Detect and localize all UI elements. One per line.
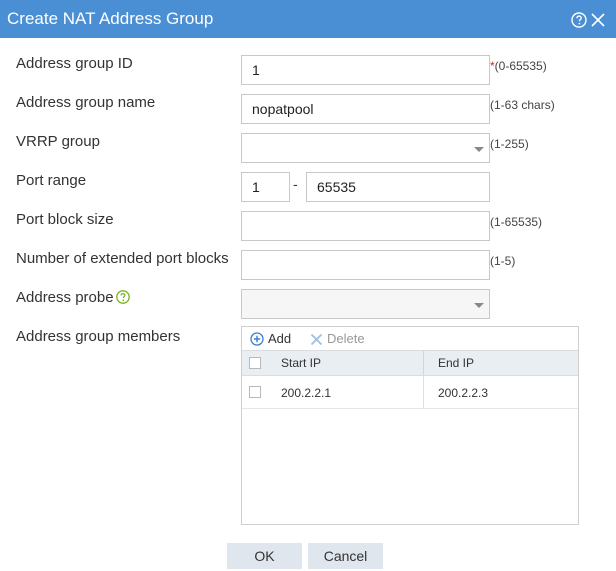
column-header-start-ip: Start IP	[281, 356, 322, 370]
port-block-size-hint: (1-65535)	[490, 215, 543, 229]
vrrp-group-select[interactable]	[241, 133, 490, 163]
address-probe-select[interactable]	[241, 289, 490, 319]
port-range-separator: -	[293, 176, 298, 192]
vrrp-group-label: VRRP group	[16, 133, 100, 150]
group-name-hint: (1-63 chars)	[490, 98, 555, 112]
group-id-label: Address group ID	[16, 55, 133, 72]
chevron-down-icon[interactable]	[469, 134, 489, 162]
row-checkbox[interactable]	[249, 386, 261, 398]
chevron-down-icon[interactable]	[469, 290, 489, 318]
port-range-start-input[interactable]: 1	[241, 172, 290, 202]
cancel-button[interactable]: Cancel	[308, 543, 383, 569]
add-label: Add	[268, 331, 292, 346]
group-id-input[interactable]: 1	[241, 55, 490, 85]
help-icon[interactable]	[571, 12, 587, 28]
members-toolbar: Add Delete	[242, 327, 578, 350]
port-block-size-input[interactable]	[241, 211, 490, 241]
members-grid: Add Delete Start IP End IP 200.2.2.1 200…	[241, 326, 579, 525]
dialog-titlebar: Create NAT Address Group	[0, 0, 616, 38]
column-divider	[423, 376, 424, 408]
row-start-ip: 200.2.2.1	[281, 386, 332, 400]
delete-label: Delete	[327, 331, 365, 346]
group-id-range: (0-65535)	[494, 59, 547, 73]
delete-button[interactable]: Delete	[310, 331, 365, 347]
table-row[interactable]: 200.2.2.1 200.2.2.3	[242, 376, 578, 409]
add-icon	[250, 332, 264, 346]
port-range-end-input[interactable]: 65535	[306, 172, 490, 202]
ok-button[interactable]: OK	[227, 543, 302, 569]
help-icon[interactable]	[115, 290, 130, 304]
group-name-input[interactable]: nopatpool	[241, 94, 490, 124]
column-header-end-ip: End IP	[438, 356, 475, 370]
add-button[interactable]: Add	[250, 331, 291, 347]
close-icon[interactable]	[591, 13, 605, 27]
port-range-label: Port range	[16, 172, 87, 189]
extended-blocks-hint: (1-5)	[490, 254, 516, 268]
address-probe-text: Address probe	[16, 289, 114, 306]
vrrp-group-hint: (1-255)	[490, 137, 529, 151]
select-all-checkbox[interactable]	[249, 357, 261, 369]
members-label: Address group members	[16, 328, 181, 345]
row-end-ip: 200.2.2.3	[438, 386, 489, 400]
dialog-title: Create NAT Address Group	[7, 9, 214, 28]
members-grid-header: Start IP End IP	[242, 350, 578, 376]
group-id-hint: *(0-65535)	[490, 59, 547, 73]
address-probe-label: Address probe	[16, 289, 130, 307]
extended-blocks-input[interactable]	[241, 250, 490, 280]
column-divider	[423, 351, 424, 375]
delete-icon	[310, 333, 323, 346]
port-block-size-label: Port block size	[16, 211, 114, 228]
group-name-label: Address group name	[16, 94, 156, 111]
extended-blocks-label: Number of extended port blocks	[16, 250, 229, 267]
